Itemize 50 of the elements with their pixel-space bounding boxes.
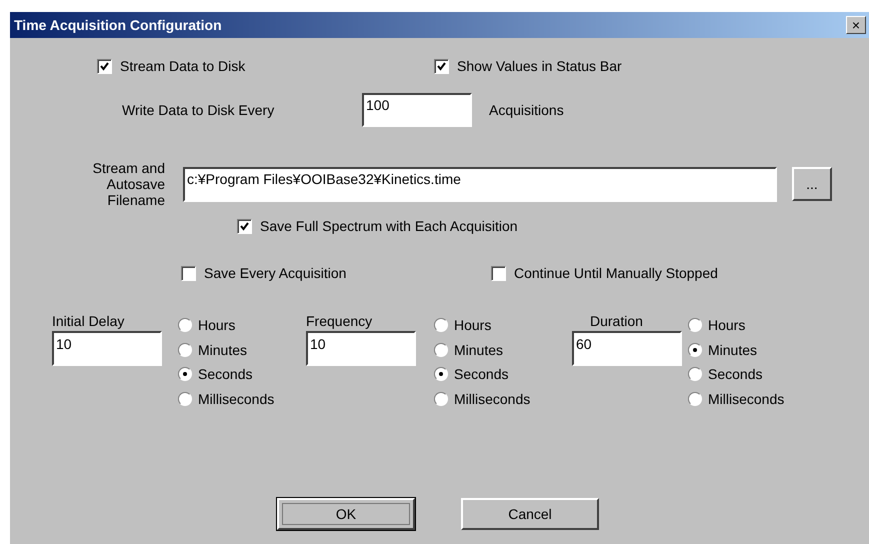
checkbox-label[interactable]: Stream Data to Disk <box>120 58 246 74</box>
radio-button[interactable] <box>434 367 448 382</box>
radio-button[interactable] <box>178 392 192 406</box>
radio-label[interactable]: Seconds <box>708 366 762 382</box>
ok-button[interactable]: OK <box>277 498 415 530</box>
radio-label[interactable]: Milliseconds <box>198 390 274 407</box>
radio-button[interactable] <box>434 318 448 332</box>
acquisitions-field[interactable]: 100 <box>362 93 472 127</box>
checkbox[interactable] <box>237 218 252 234</box>
field-label: Duration <box>589 313 644 329</box>
number-field[interactable]: 10 <box>52 331 162 366</box>
checkbox[interactable] <box>97 58 112 74</box>
radio-button[interactable] <box>178 367 192 382</box>
radio-label[interactable]: Minutes <box>198 342 248 358</box>
radio-label[interactable]: Minutes <box>454 342 504 358</box>
field-label: Initial Delay <box>52 313 126 329</box>
radio-label[interactable]: Milliseconds <box>708 390 784 407</box>
checkbox-label[interactable]: Continue Until Manually Stopped <box>514 265 718 281</box>
radio-label[interactable]: Minutes <box>708 342 758 358</box>
field-label: Write Data to Disk Every <box>122 102 276 118</box>
radio-button[interactable] <box>688 392 702 406</box>
window-title: Time Acquisition Configuration <box>14 17 222 33</box>
radio-button[interactable] <box>434 392 448 406</box>
number-field[interactable]: 10 <box>306 331 416 366</box>
radio-button[interactable] <box>178 318 192 332</box>
checkbox-label[interactable]: Show Values in Status Bar <box>457 58 622 74</box>
field-label: Stream and Autosave Filename <box>92 160 165 208</box>
radio-button[interactable] <box>178 342 192 357</box>
checkbox[interactable] <box>491 266 506 280</box>
cancel-button[interactable]: Cancel <box>461 498 599 530</box>
radio-button[interactable] <box>434 342 448 357</box>
radio-label[interactable]: Hours <box>454 317 492 334</box>
unit-label: Acquisitions <box>489 102 564 118</box>
field-label: Frequency <box>306 313 374 329</box>
radio-label[interactable]: Milliseconds <box>454 390 530 407</box>
checkbox-label[interactable]: Save Full Spectrum with Each Acquisition <box>260 218 518 234</box>
radio-label[interactable]: Seconds <box>198 366 252 382</box>
radio-button[interactable] <box>688 367 702 382</box>
radio-label[interactable]: Hours <box>708 317 746 334</box>
number-field[interactable]: 60 <box>572 331 682 366</box>
checkbox-label[interactable]: Save Every Acquisition <box>204 265 346 281</box>
checkbox[interactable] <box>181 266 196 280</box>
radio-button[interactable] <box>688 318 702 332</box>
checkbox[interactable] <box>434 58 449 74</box>
browse-button[interactable]: ... <box>792 167 832 201</box>
radio-label[interactable]: Seconds <box>454 366 508 382</box>
close-button[interactable]: × <box>846 16 866 34</box>
radio-button[interactable] <box>688 342 702 357</box>
filename-field[interactable]: c:¥Program Files¥OOIBase32¥Kinetics.time <box>183 166 777 202</box>
radio-label[interactable]: Hours <box>198 317 236 334</box>
